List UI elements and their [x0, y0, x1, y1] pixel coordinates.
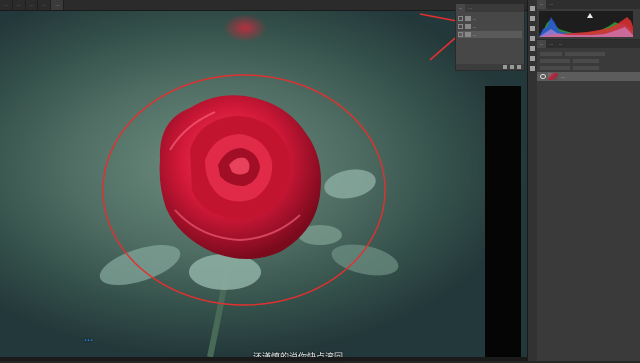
comp-label: ... — [473, 24, 477, 29]
layer-comp-item[interactable]: ... — [458, 23, 522, 30]
tab-secondary[interactable]: ... — [465, 4, 474, 12]
play-icon[interactable] — [530, 16, 535, 21]
kind-filter-select[interactable] — [540, 51, 562, 56]
layer-comp-item-selected[interactable]: ... — [458, 31, 522, 38]
tab-navigator[interactable]: ... — [546, 0, 555, 9]
update-comp-icon[interactable] — [503, 65, 507, 69]
layer-comp-item[interactable]: ... — [458, 15, 522, 22]
tab-paths[interactable]: ... — [556, 40, 565, 48]
clipping-warning-icon[interactable] — [587, 13, 593, 18]
fill-field[interactable] — [573, 65, 599, 70]
document-tab[interactable]: ... — [26, 0, 39, 10]
character-icon[interactable] — [530, 66, 535, 71]
new-comp-icon[interactable] — [510, 65, 514, 69]
layer-comps-icon[interactable] — [530, 26, 535, 31]
layer-item[interactable]: ... — [537, 72, 640, 81]
brush-icon[interactable] — [530, 36, 535, 41]
tab-layers[interactable]: ... — [537, 40, 547, 48]
comp-checkbox[interactable] — [458, 32, 463, 37]
document-tab[interactable]: ... — [38, 0, 52, 10]
history-icon[interactable] — [530, 6, 535, 11]
right-panel-dock: ... ... ... ... ... ... — [537, 0, 640, 361]
comp-thumbnail-icon — [465, 32, 471, 37]
tab-channels[interactable]: ... — [546, 40, 555, 48]
document-tab[interactable]: ... — [13, 0, 26, 10]
comp-thumbnail-icon — [465, 24, 471, 29]
comp-checkbox[interactable] — [458, 16, 463, 21]
delete-comp-icon[interactable] — [517, 65, 521, 69]
histogram-chart — [539, 11, 633, 37]
opacity-field[interactable] — [573, 58, 599, 63]
filter-icons[interactable] — [565, 51, 605, 56]
document-tab-bar: ... ... ... ... ... — [0, 0, 527, 11]
layer-thumbnail — [548, 73, 558, 80]
lock-row — [540, 65, 636, 70]
comp-checkbox[interactable] — [458, 24, 463, 29]
eye-icon[interactable] — [540, 74, 546, 79]
layer-name: ... — [561, 74, 565, 79]
blend-row — [540, 58, 636, 63]
lock-icons[interactable] — [540, 65, 570, 70]
comp-label: ... — [473, 32, 477, 37]
layer-comps-footer — [456, 64, 524, 70]
layer-comps-panel: ... ... ... ... ... — [455, 3, 525, 71]
canvas-black-strip — [485, 86, 521, 357]
document-tab-active[interactable]: ... — [51, 0, 65, 10]
tab-histogram[interactable]: ... — [537, 0, 547, 9]
comp-label: ... — [473, 16, 477, 21]
adjust-icon[interactable] — [530, 46, 535, 51]
layer-filter-row — [540, 51, 636, 56]
layer-comps-tabs: ... ... — [456, 4, 524, 12]
document-tab[interactable]: ... — [0, 0, 13, 10]
image-canvas[interactable] — [0, 11, 527, 357]
paragraph-icon[interactable] — [530, 56, 535, 61]
histogram-tabs: ... ... — [537, 0, 640, 9]
rose-photo — [99, 13, 465, 357]
tab-layer-comps[interactable]: ... — [456, 4, 466, 12]
watermark-text: ... — [84, 334, 94, 343]
layers-tabs: ... ... ... — [537, 40, 640, 48]
comp-thumbnail-icon — [465, 16, 471, 21]
blend-mode-select[interactable] — [540, 58, 570, 63]
